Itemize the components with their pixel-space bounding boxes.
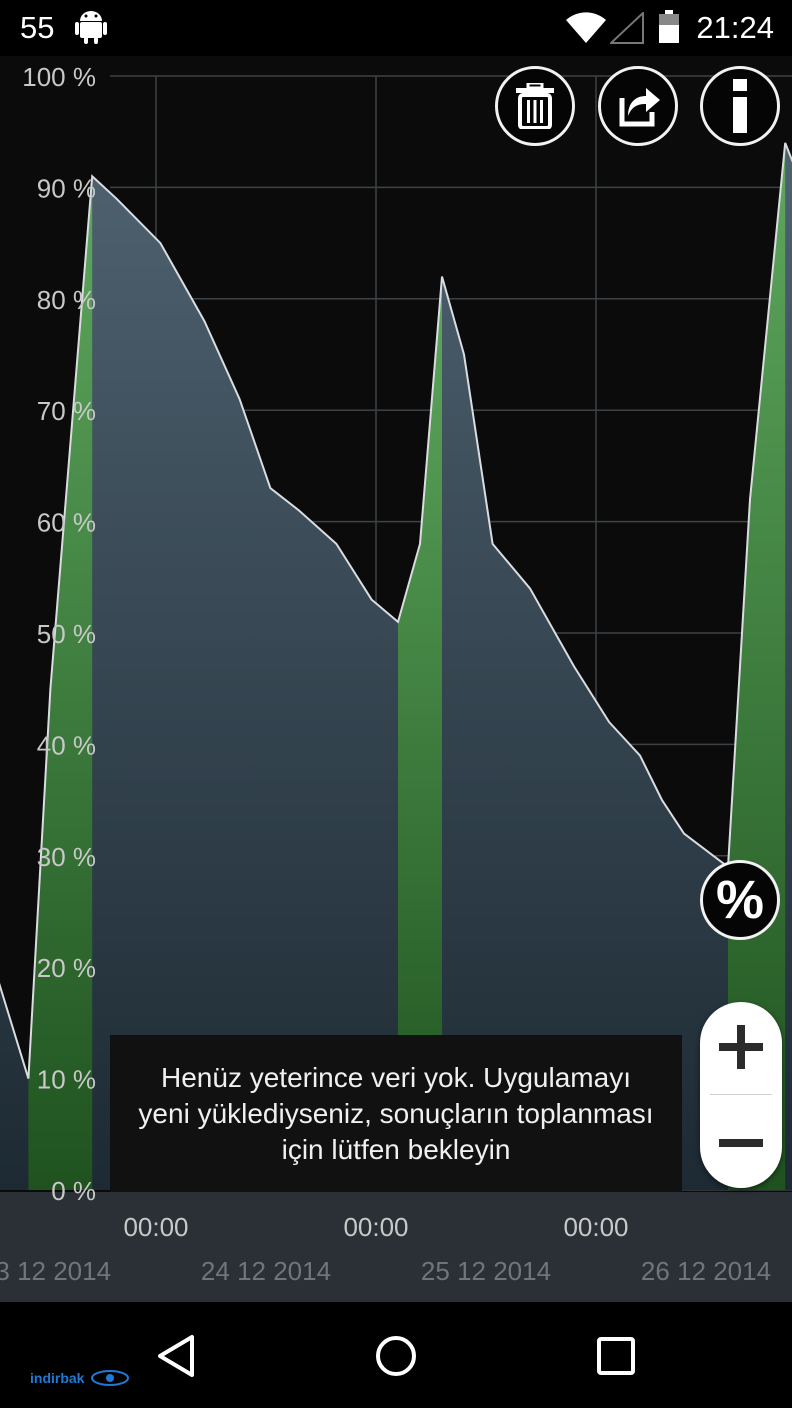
y-tick-label: 50 % [37,619,96,649]
share-icon [619,88,660,127]
signal-icon [608,10,644,49]
y-tick-label: 70 % [37,396,96,426]
watermark-logo: indirbak [30,1370,130,1386]
battery-level-text: 55 [20,10,55,45]
x-time-label: 00:00 [343,1212,408,1242]
back-button[interactable] [146,1328,206,1384]
navigation-bar [0,1302,792,1408]
zoom-divider [710,1094,772,1095]
home-icon [376,1336,416,1376]
plus-icon [719,1025,763,1069]
eye-logo-icon [91,1370,130,1386]
toast-message: Henüz yeterince veri yok. Uygulamayı yen… [138,1061,654,1165]
watermark-text: indirbak [30,1370,85,1386]
x-time-label: 00:00 [563,1212,628,1242]
x-time-label: 00:00 [123,1212,188,1242]
y-tick-label: 60 % [37,508,96,538]
y-tick-label: 10 % [37,1065,96,1095]
recents-button[interactable] [586,1328,646,1384]
x-date-label: 25 12 2014 [421,1256,551,1286]
info-icon [733,79,747,133]
android-icon [75,10,107,49]
y-tick-label: 90 % [37,173,96,203]
x-date-label: 24 12 2014 [201,1256,331,1286]
x-date-label: 23 12 2014 [0,1256,111,1286]
not-enough-data-toast: Henüz yeterince veri yok. Uygulamayı yen… [110,1035,682,1192]
y-tick-label: 40 % [37,730,96,760]
y-tick-label: 20 % [37,953,96,983]
delete-history-button[interactable] [495,66,575,146]
percent-toggle-button[interactable]: % [700,860,780,940]
share-button[interactable] [598,66,678,146]
zoom-out-button[interactable] [700,1098,782,1188]
zoom-control [700,1002,782,1188]
trash-icon [516,83,554,129]
back-icon [158,1335,194,1377]
home-button[interactable] [366,1328,426,1384]
status-bar: 55 21:24 [0,0,792,56]
y-tick-label: 0 % [51,1176,96,1206]
percent-icon: % [715,870,764,930]
minus-icon [719,1139,763,1147]
wifi-icon [566,12,606,49]
y-tick-label: 100 % [22,62,96,92]
y-tick-label: 30 % [37,842,96,872]
x-date-label: 26 12 2014 [641,1256,771,1286]
recents-icon [597,1337,635,1375]
zoom-in-button[interactable] [700,1002,782,1092]
info-button[interactable] [700,66,780,146]
clock: 21:24 [696,10,774,45]
battery-icon [658,10,680,49]
y-tick-label: 80 % [37,285,96,315]
